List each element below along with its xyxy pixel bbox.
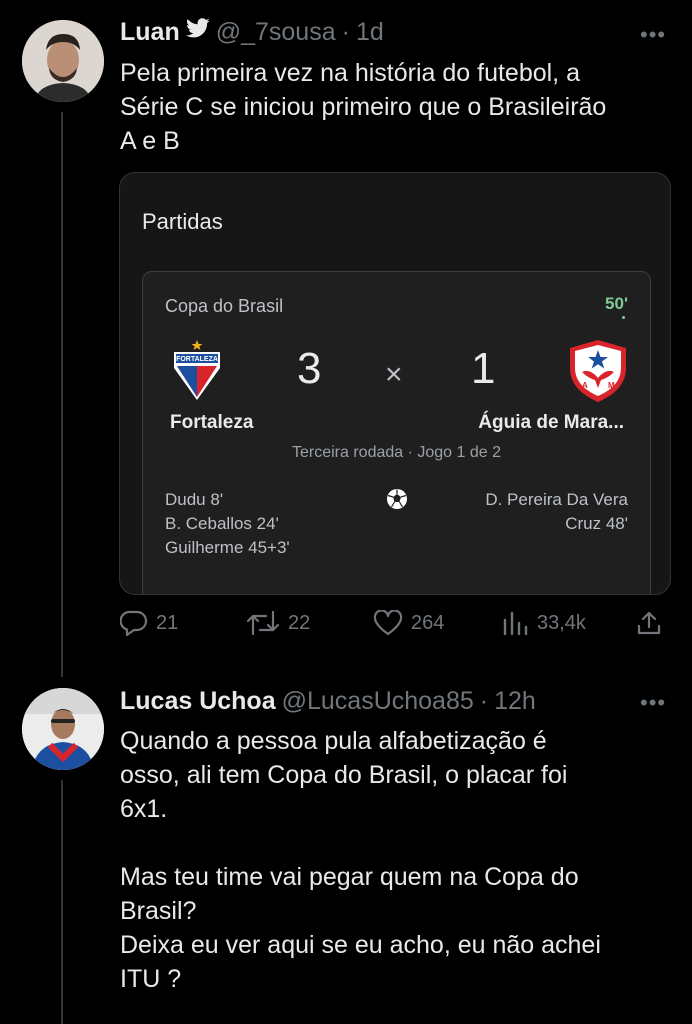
home-team-name: Fortaleza [170, 412, 254, 433]
avatar-photo [22, 20, 104, 102]
reply-count: 21 [156, 611, 179, 634]
retweet-button[interactable]: 22 [246, 610, 310, 636]
live-indicator [622, 316, 625, 319]
thread-line [61, 112, 63, 677]
svg-text:M: M [608, 381, 615, 390]
author-handle[interactable]: @LucasUchoa85 [282, 687, 474, 716]
competition-name: Copa do Brasil [165, 296, 284, 316]
dot-separator: · [479, 687, 489, 715]
avatar[interactable] [22, 20, 104, 102]
thread-line [61, 780, 63, 1024]
home-scorers-list: Dudu 8' B. Ceballos 24' Guilherme 45+3' [165, 488, 290, 560]
avatar[interactable] [22, 688, 104, 770]
away-score: 1 [471, 344, 496, 393]
more-options-button[interactable]: ••• [640, 22, 666, 48]
views-icon [501, 610, 529, 636]
round-info: Terceira rodada · Jogo 1 de 2 [291, 444, 501, 461]
like-count: 264 [411, 611, 445, 634]
home-score: 3 [297, 344, 322, 393]
avatar-photo [22, 688, 104, 770]
retweet-icon [246, 610, 280, 636]
svg-text:A: A [582, 381, 588, 390]
author-name[interactable]: Lucas Uchoa [120, 687, 276, 716]
match-panel[interactable]: Copa do Brasil 50' FORTALEZA 3 × 1 A M F… [142, 271, 651, 594]
reply-button[interactable]: 21 [120, 610, 178, 636]
home-scorer: B. Ceballos 24' [165, 514, 279, 533]
retweet-count: 22 [288, 611, 311, 634]
verified-bird-icon [185, 18, 210, 47]
live-minute: 50' [605, 294, 628, 313]
tweet-header: Lucas Uchoa @LucasUchoa85 · 12h [120, 687, 536, 716]
home-scorer: Dudu 8' [165, 490, 224, 509]
like-button[interactable]: 264 [373, 610, 444, 636]
author-name[interactable]: Luan [120, 18, 180, 47]
home-scorer: Guilherme 45+3' [165, 538, 290, 557]
author-handle[interactable]: @_7sousa [216, 18, 336, 47]
timestamp[interactable]: 1d [356, 18, 384, 47]
away-scorer: Cruz 48' [565, 514, 628, 533]
like-icon [373, 610, 403, 636]
views-count: 33,4k [537, 611, 586, 634]
match-card[interactable]: Partidas Copa do Brasil 50' FORTALEZA 3 … [119, 172, 671, 595]
share-button[interactable] [636, 610, 662, 636]
views-button[interactable]: 33,4k [501, 610, 586, 636]
tweet-text: Pela primeira vez na história do futebol… [120, 59, 607, 155]
dot-separator: · [341, 18, 350, 46]
tweet-text: Quando a pessoa pula alfabetização é oss… [120, 727, 601, 993]
away-team-name: Águia de Mara... [478, 412, 624, 433]
tweet-actions: 21 22 264 33,4k [120, 608, 670, 642]
away-scorers-list: D. Pereira Da Vera Cruz 48' [485, 488, 628, 536]
fortaleza-crest-icon: FORTALEZA [171, 340, 223, 407]
crest-text: FORTALEZA [176, 356, 218, 363]
soccer-ball-icon [386, 488, 408, 515]
reply-icon [120, 610, 148, 636]
card-title: Partidas [142, 209, 223, 234]
away-scorer: D. Pereira Da Vera [485, 490, 628, 509]
aguia-crest-icon: A M [568, 338, 628, 409]
more-options-button[interactable]: ••• [640, 690, 666, 716]
share-icon [636, 610, 662, 636]
timestamp[interactable]: 12h [494, 687, 536, 716]
score-separator: × [385, 358, 403, 391]
tweet-header: Luan @_7sousa · 1d [120, 18, 384, 47]
